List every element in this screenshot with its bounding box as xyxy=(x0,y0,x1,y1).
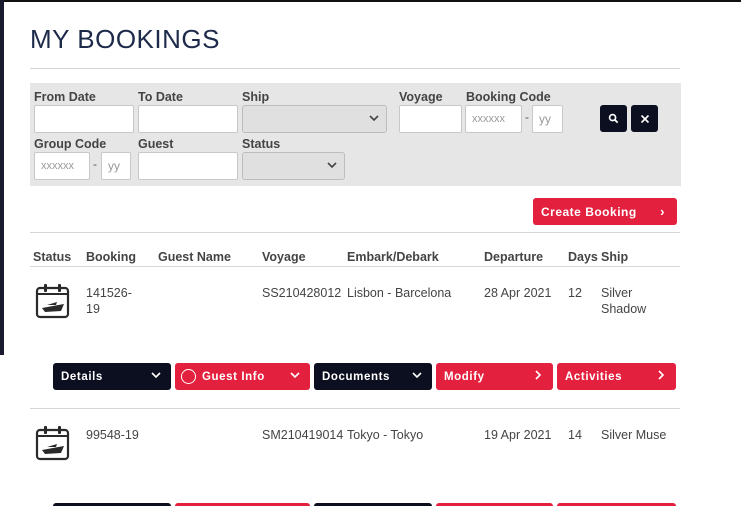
row2-departure: 19 Apr 2021 xyxy=(484,428,552,442)
chevron-down-icon xyxy=(290,372,300,379)
row1-ship-line2: Shadow xyxy=(601,302,647,316)
row2-booking: 99548-19 xyxy=(86,428,139,442)
details-button[interactable]: Details xyxy=(53,363,171,390)
chevron-right-icon xyxy=(658,370,665,380)
filter-panel: From Date To Date Ship Voyage Booking Co… xyxy=(30,83,681,186)
circle-icon xyxy=(181,369,196,384)
status-label: Status xyxy=(242,137,281,151)
chevron-down-icon xyxy=(327,162,337,169)
to-date-label: To Date xyxy=(138,90,183,104)
ship-label: Ship xyxy=(242,90,270,104)
group-code-yy-input[interactable]: yy xyxy=(101,152,131,180)
page-title: MY BOOKINGS xyxy=(30,24,220,54)
close-icon xyxy=(640,114,649,123)
voyage-label: Voyage xyxy=(399,90,443,104)
row2-ship: Silver Muse xyxy=(601,428,667,442)
row1-booking-line1: 141526- xyxy=(86,286,132,300)
activities-button[interactable]: Activities xyxy=(557,363,676,390)
from-date-label: From Date xyxy=(34,90,96,104)
chevron-right-icon: › xyxy=(660,204,665,219)
from-date-input[interactable] xyxy=(34,105,134,133)
row1-days: 12 xyxy=(568,286,582,300)
voyage-input[interactable] xyxy=(399,105,462,133)
documents-button[interactable]: Documents xyxy=(314,363,432,390)
documents-label: Documents xyxy=(322,370,391,383)
section-divider xyxy=(30,232,680,233)
cruise-calendar-icon xyxy=(35,284,70,319)
create-booking-button[interactable]: Create Booking › xyxy=(533,198,677,225)
guest-info-label: Guest Info xyxy=(202,370,265,383)
title-divider xyxy=(30,68,680,69)
booking-code-dash: - xyxy=(525,110,529,124)
guest-input[interactable] xyxy=(138,152,238,180)
top-border xyxy=(0,0,741,2)
group-code-label: Group Code xyxy=(34,137,107,151)
chevron-down-icon xyxy=(412,372,422,379)
header-guest-name: Guest Name xyxy=(158,250,231,264)
chevron-down-icon xyxy=(151,372,161,379)
header-status: Status xyxy=(33,250,72,264)
header-embark-debark: Embark/Debark xyxy=(347,250,439,264)
header-days: Days xyxy=(568,250,598,264)
row2-days: 14 xyxy=(568,428,582,442)
guest-info-button[interactable]: Guest Info xyxy=(175,363,310,390)
row-divider xyxy=(30,408,680,409)
clear-button[interactable] xyxy=(631,105,658,132)
row2-embark-debark: Tokyo - Tokyo xyxy=(347,428,424,442)
group-code-dash: - xyxy=(93,157,97,171)
search-icon xyxy=(608,113,619,124)
cruise-calendar-icon xyxy=(35,426,70,461)
row1-booking: 141526- 19 xyxy=(86,285,132,317)
row1-departure: 28 Apr 2021 xyxy=(484,286,552,300)
header-ship: Ship xyxy=(601,250,629,264)
row1-voyage: SS210428012 xyxy=(262,286,342,300)
header-departure: Departure xyxy=(484,250,544,264)
row1-embark-debark: Lisbon - Barcelona xyxy=(347,286,452,300)
activities-label: Activities xyxy=(565,370,623,383)
booking-code-input[interactable]: xxxxxx xyxy=(465,105,522,133)
header-divider xyxy=(30,266,680,267)
header-booking: Booking xyxy=(86,250,136,264)
row1-ship-line1: Silver xyxy=(601,286,633,300)
guest-label: Guest xyxy=(138,137,174,151)
to-date-input[interactable] xyxy=(138,105,238,133)
row1-ship: Silver Shadow xyxy=(601,285,646,317)
ship-select[interactable] xyxy=(242,105,387,133)
booking-code-yy-input[interactable]: yy xyxy=(532,105,563,133)
left-edge-bar xyxy=(0,0,4,355)
group-code-input[interactable]: xxxxxx xyxy=(34,152,90,180)
modify-label: Modify xyxy=(444,370,485,383)
create-booking-label: Create Booking xyxy=(541,204,637,219)
status-select[interactable] xyxy=(242,152,345,180)
modify-button[interactable]: Modify xyxy=(436,363,553,390)
search-button[interactable] xyxy=(600,105,627,132)
details-label: Details xyxy=(61,370,103,383)
header-voyage: Voyage xyxy=(262,250,306,264)
row1-booking-line2: 19 xyxy=(86,302,100,316)
chevron-right-icon xyxy=(535,370,542,380)
chevron-down-icon xyxy=(369,115,379,122)
booking-code-label: Booking Code xyxy=(466,90,551,104)
row2-voyage: SM210419014 xyxy=(262,428,344,442)
